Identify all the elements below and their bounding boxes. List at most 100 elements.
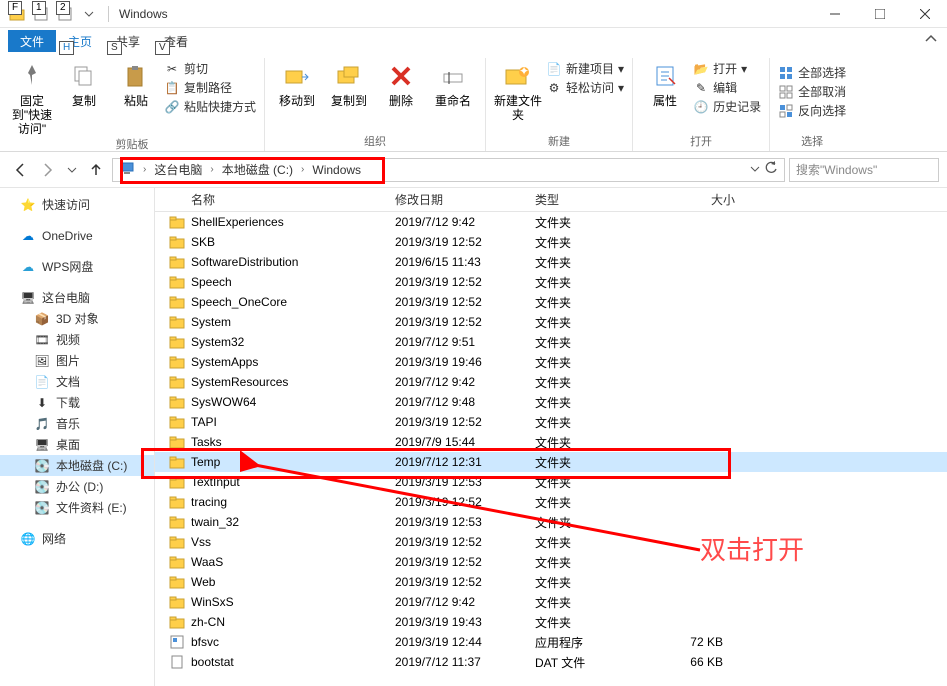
folder-icon — [169, 454, 185, 470]
file-row[interactable]: WinSxS2019/7/12 9:42文件夹 — [155, 592, 947, 612]
address-bar[interactable]: › 这台电脑 › 本地磁盘 (C:) › Windows — [112, 158, 785, 182]
minimize-button[interactable] — [812, 0, 857, 28]
forward-button[interactable] — [36, 158, 60, 182]
tab-view[interactable]: 查看V — [152, 30, 200, 52]
recent-dropdown[interactable] — [64, 158, 80, 182]
file-row[interactable]: WaaS2019/3/19 12:52文件夹 — [155, 552, 947, 572]
refresh-button[interactable] — [764, 161, 778, 178]
file-row[interactable]: TextInput2019/3/19 12:53文件夹 — [155, 472, 947, 492]
file-row[interactable]: ShellExperiences2019/7/12 9:42文件夹 — [155, 212, 947, 232]
maximize-button[interactable] — [857, 0, 902, 28]
file-row[interactable]: Tasks2019/7/9 15:44文件夹 — [155, 432, 947, 452]
copy-button[interactable]: 复制 — [60, 58, 108, 108]
sidebar-3dobjects[interactable]: 📦3D 对象 — [0, 308, 154, 329]
col-date[interactable]: 修改日期 — [395, 191, 535, 208]
copypath-button[interactable]: 📋复制路径 — [164, 79, 256, 96]
music-icon: 🎵 — [34, 416, 50, 432]
sidebar-wps[interactable]: ☁WPS网盘 — [0, 256, 154, 277]
file-row[interactable]: bootstat2019/7/12 11:37DAT 文件66 KB — [155, 652, 947, 672]
delete-button[interactable]: 删除 — [377, 58, 425, 108]
sidebar-quickaccess[interactable]: ⭐快速访问 — [0, 194, 154, 215]
edit-button[interactable]: ✎编辑 — [693, 79, 761, 96]
file-row[interactable]: SoftwareDistribution2019/6/15 11:43文件夹 — [155, 252, 947, 272]
file-type: 文件夹 — [535, 374, 645, 391]
chevron-right-icon[interactable]: › — [301, 164, 304, 175]
file-row[interactable]: zh-CN2019/3/19 19:43文件夹 — [155, 612, 947, 632]
file-date: 2019/3/19 19:43 — [395, 615, 535, 629]
tab-home[interactable]: 主页H — [56, 30, 104, 52]
file-explorer-icon[interactable]: F — [6, 3, 28, 25]
qat-button-1[interactable]: 1 — [30, 3, 52, 25]
history-button[interactable]: 🕘历史记录 — [693, 98, 761, 115]
sidebar-cdrive[interactable]: 💽本地磁盘 (C:) — [0, 455, 154, 476]
properties-button[interactable]: 属性 — [641, 58, 689, 108]
col-type[interactable]: 类型 — [535, 191, 645, 208]
file-row[interactable]: Speech2019/3/19 12:52文件夹 — [155, 272, 947, 292]
file-name: Speech — [191, 275, 232, 289]
file-row[interactable]: TAPI2019/3/19 12:52文件夹 — [155, 412, 947, 432]
sidebar-onedrive[interactable]: ☁OneDrive — [0, 225, 154, 246]
sidebar-documents[interactable]: 📄文档 — [0, 371, 154, 392]
group-organize: 移动到 复制到 删除 重命名 组织 — [265, 58, 486, 151]
sidebar-pc[interactable]: 🖥这台电脑 — [0, 287, 154, 308]
file-row[interactable]: System322019/7/12 9:51文件夹 — [155, 332, 947, 352]
paste-button[interactable]: 粘贴 — [112, 58, 160, 108]
sidebar: ⭐快速访问 ☁OneDrive ☁WPS网盘 🖥这台电脑 📦3D 对象 🎞视频 … — [0, 188, 155, 686]
file-row[interactable]: SKB2019/3/19 12:52文件夹 — [155, 232, 947, 252]
sidebar-videos[interactable]: 🎞视频 — [0, 329, 154, 350]
chevron-right-icon[interactable]: › — [210, 164, 213, 175]
newitem-button[interactable]: 📄新建项目▾ — [546, 60, 624, 77]
file-row[interactable]: bfsvc2019/3/19 12:44应用程序72 KB — [155, 632, 947, 652]
folder-icon — [169, 274, 185, 290]
file-row[interactable]: System2019/3/19 12:52文件夹 — [155, 312, 947, 332]
pin-quickaccess-button[interactable]: 固定到"快速访问" — [8, 58, 56, 136]
file-row[interactable]: SysWOW642019/7/12 9:48文件夹 — [155, 392, 947, 412]
close-button[interactable] — [902, 0, 947, 28]
cut-button[interactable]: ✂剪切 — [164, 60, 256, 77]
qat-dropdown[interactable] — [78, 3, 100, 25]
col-name[interactable]: 名称 — [155, 191, 395, 208]
sidebar-ddrive[interactable]: 💽办公 (D:) — [0, 476, 154, 497]
selectall-button[interactable]: 全部选择 — [778, 64, 846, 81]
file-row[interactable]: Web2019/3/19 12:52文件夹 — [155, 572, 947, 592]
sidebar-music[interactable]: 🎵音乐 — [0, 413, 154, 434]
moveto-button[interactable]: 移动到 — [273, 58, 321, 108]
sidebar-edrive[interactable]: 💽文件资料 (E:) — [0, 497, 154, 518]
tab-file[interactable]: 文件 — [8, 30, 56, 52]
qat-button-2[interactable]: 2 — [54, 3, 76, 25]
newfolder-button[interactable]: ✦新建文件夹 — [494, 58, 542, 122]
selectnone-button[interactable]: 全部取消 — [778, 83, 846, 100]
address-dropdown[interactable] — [750, 163, 760, 177]
invertselect-button[interactable]: 反向选择 — [778, 102, 846, 119]
breadcrumb-2[interactable]: Windows — [312, 163, 361, 177]
rename-button[interactable]: 重命名 — [429, 58, 477, 108]
up-button[interactable] — [84, 158, 108, 182]
col-size[interactable]: 大小 — [645, 191, 735, 208]
tab-share[interactable]: 共享S — [104, 30, 152, 52]
folder-icon — [169, 494, 185, 510]
search-input[interactable]: 搜索"Windows" — [789, 158, 939, 182]
file-row[interactable]: twain_322019/3/19 12:53文件夹 — [155, 512, 947, 532]
file-row[interactable]: SystemApps2019/3/19 19:46文件夹 — [155, 352, 947, 372]
file-name: Tasks — [191, 435, 222, 449]
breadcrumb-1[interactable]: 本地磁盘 (C:) — [222, 161, 293, 178]
file-row[interactable]: Vss2019/3/19 12:52文件夹 — [155, 532, 947, 552]
file-row[interactable]: tracing2019/3/19 12:52文件夹 — [155, 492, 947, 512]
breadcrumb-0[interactable]: 这台电脑 — [154, 161, 202, 178]
file-row[interactable]: SystemResources2019/7/12 9:42文件夹 — [155, 372, 947, 392]
ribbon-collapse[interactable] — [915, 29, 947, 52]
copyto-button[interactable]: 复制到 — [325, 58, 373, 108]
file-name: SystemResources — [191, 375, 288, 389]
sidebar-downloads[interactable]: ⬇下载 — [0, 392, 154, 413]
open-button[interactable]: 📂打开▾ — [693, 60, 761, 77]
file-row[interactable]: Speech_OneCore2019/3/19 12:52文件夹 — [155, 292, 947, 312]
easyaccess-button[interactable]: ⚙轻松访问▾ — [546, 79, 624, 96]
pasteshortcut-button[interactable]: 🔗粘贴快捷方式 — [164, 98, 256, 115]
file-row[interactable]: Temp2019/7/12 12:31文件夹 — [155, 452, 947, 472]
sidebar-desktop[interactable]: 🖥桌面 — [0, 434, 154, 455]
chevron-right-icon[interactable]: › — [143, 164, 146, 175]
sidebar-pictures[interactable]: 🖼图片 — [0, 350, 154, 371]
back-button[interactable] — [8, 158, 32, 182]
column-headers: 名称 修改日期 类型 大小 — [155, 188, 947, 212]
sidebar-network[interactable]: 🌐网络 — [0, 528, 154, 549]
